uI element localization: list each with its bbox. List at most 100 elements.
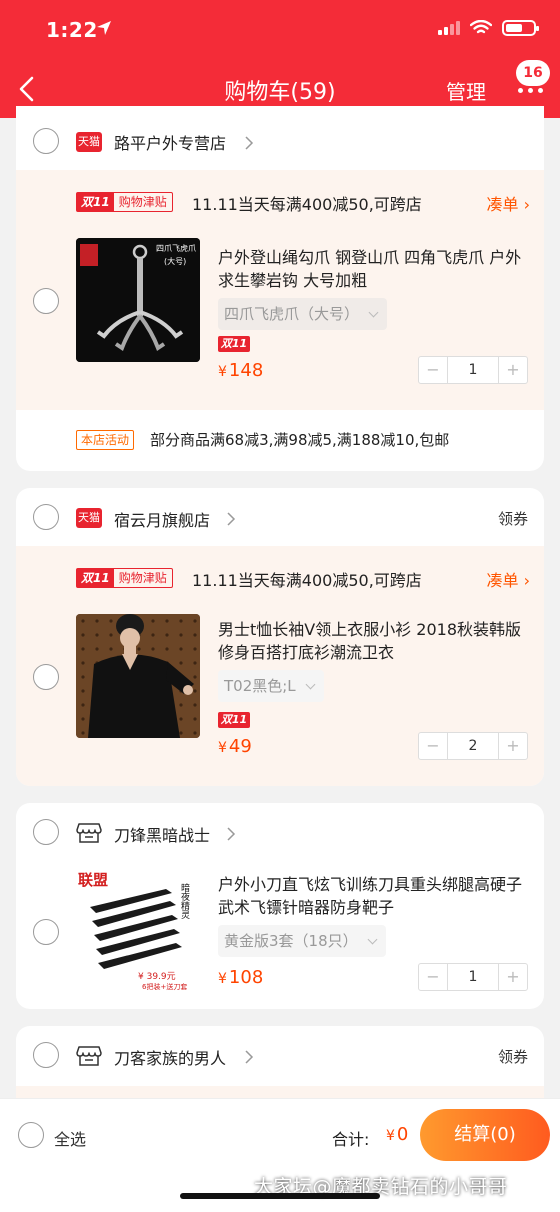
thumb-price-text: ¥ 39.9元: [138, 972, 176, 982]
quantity-stepper: − 2 +: [418, 732, 528, 760]
shop-name[interactable]: 宿云月旗舰店: [114, 507, 210, 531]
shop-header: 刀锋黑暗战士: [16, 805, 544, 857]
item-select-checkbox[interactable]: [33, 288, 59, 314]
chevron-right-icon: [245, 1050, 254, 1064]
thumb-top-text: 联盟: [78, 871, 108, 889]
tmall-icon: 天猫: [76, 132, 102, 152]
store-icon: [76, 823, 102, 843]
quantity-input[interactable]: 1: [447, 357, 499, 383]
top-nav-bar: 1:22 购物车(59) 管理 16: [0, 0, 560, 118]
product-price: ¥49: [218, 736, 252, 757]
add-on-label: 凑单: [486, 571, 519, 590]
allowance-label: 购物津贴: [118, 571, 167, 585]
shop-select-checkbox[interactable]: [33, 819, 59, 845]
price-value: 49: [228, 736, 252, 757]
product-title[interactable]: 男士t恤长袖V领上衣服小衫 2018秋装韩版修身百搭打底衫潮流卫衣: [218, 618, 530, 664]
promo-area: 双11 购物津贴 11.11当天每满400减50,可跨店 凑单 › 男士t恤长袖…: [16, 546, 544, 786]
shop-card: 天猫 宿云月旗舰店 领券 双11 购物津贴 11.11当天每满400减50,可跨…: [16, 488, 544, 786]
shop-select-checkbox[interactable]: [33, 128, 59, 154]
grappling-hook-image: 四爪飞虎爪 (大号): [76, 238, 200, 362]
double11-badge: 双11: [218, 712, 250, 728]
currency-symbol: ¥: [386, 1128, 395, 1144]
add-on-link[interactable]: 凑单 ›: [486, 567, 530, 591]
double11-label: 双11: [77, 569, 114, 587]
chevron-right-icon: ›: [523, 195, 530, 214]
shop-header: 刀客家族的男人 领券: [16, 1028, 544, 1080]
shop-name[interactable]: 刀锋黑暗战士: [114, 822, 210, 846]
store-icon: [76, 1046, 102, 1066]
promo-row: 双11 购物津贴 11.11当天每满400减50,可跨店 凑单 ›: [16, 560, 544, 596]
product-title[interactable]: 户外登山绳勾爪 钢登山爪 四角飞虎爪 户外求生攀岩钩 大号加粗: [218, 246, 530, 292]
currency-symbol: ¥: [218, 740, 227, 756]
message-count-badge: 16: [516, 60, 550, 86]
quantity-input[interactable]: 1: [447, 964, 499, 990]
product-title[interactable]: 户外小刀直飞炫飞训练刀具重头绑腿高硬子武术飞镖针暗器防身靶子: [218, 873, 530, 919]
black-tshirt-image: [76, 614, 200, 738]
decrease-quantity-button[interactable]: −: [419, 357, 447, 383]
tmall-icon: 天猫: [76, 508, 102, 528]
select-all-label[interactable]: 全选: [54, 1126, 86, 1150]
select-all-checkbox[interactable]: [18, 1122, 44, 1148]
product-image[interactable]: 联盟 暗夜精灵 ¥ 39.9元 6把装+送刀套: [76, 867, 200, 991]
promo-text: 11.11当天每满400减50,可跨店: [192, 195, 422, 214]
item-select-checkbox[interactable]: [33, 919, 59, 945]
promo-text: 11.11当天每满400减50,可跨店: [192, 571, 422, 590]
product-price: ¥108: [218, 967, 263, 988]
sku-selector[interactable]: 黄金版3套（18只）: [218, 925, 386, 957]
chevron-right-icon: [227, 512, 236, 526]
home-indicator[interactable]: [180, 1193, 380, 1199]
decrease-quantity-button[interactable]: −: [419, 964, 447, 990]
throwing-knives-image: 联盟 暗夜精灵 ¥ 39.9元 6把装+送刀套: [76, 867, 200, 991]
shop-name[interactable]: 刀客家族的男人: [114, 1045, 226, 1069]
currency-symbol: ¥: [218, 971, 227, 987]
price-value: 108: [228, 967, 264, 988]
add-on-link[interactable]: 凑单 ›: [486, 191, 530, 215]
chevron-right-icon: ›: [523, 571, 530, 590]
thumb-side-text: 暗夜精灵: [179, 882, 190, 920]
wifi-icon: [470, 20, 492, 34]
total-value: 0: [396, 1124, 409, 1145]
allowance-label: 购物津贴: [118, 195, 167, 209]
checkout-button[interactable]: 结算(0): [420, 1109, 550, 1161]
shop-header: 天猫 路平户外专营店: [16, 116, 544, 168]
location-arrow-icon: [97, 21, 111, 35]
thumb-note-text: 6把装+送刀套: [142, 982, 187, 991]
product-image[interactable]: 四爪飞虎爪 (大号): [76, 238, 200, 362]
item-select-checkbox[interactable]: [33, 664, 59, 690]
decrease-quantity-button[interactable]: −: [419, 733, 447, 759]
double11-allowance-tag: 双11 购物津贴: [76, 568, 173, 588]
total-label: 合计:: [332, 1130, 370, 1149]
battery-icon: [502, 20, 539, 36]
add-on-label: 凑单: [486, 195, 519, 214]
get-coupon-button[interactable]: 领券: [498, 508, 528, 529]
shop-select-checkbox[interactable]: [33, 1042, 59, 1068]
store-activity-text: 部分商品满68减3,满98减5,满188减10,包邮: [150, 431, 450, 449]
double11-badge: 双11: [218, 336, 250, 352]
get-coupon-button[interactable]: 领券: [498, 1046, 528, 1067]
double11-allowance-tag: 双11 购物津贴: [76, 192, 173, 212]
thumb-caption: 四爪飞虎爪: [156, 243, 196, 253]
sku-selector[interactable]: T02黑色;L: [218, 670, 324, 702]
increase-quantity-button[interactable]: +: [499, 733, 527, 759]
status-indicators: [438, 20, 539, 36]
increase-quantity-button[interactable]: +: [499, 964, 527, 990]
currency-symbol: ¥: [218, 364, 227, 380]
product-price: ¥148: [218, 360, 263, 381]
thumb-subcaption: (大号): [164, 256, 186, 266]
total-amount: ¥0: [386, 1124, 408, 1145]
shop-select-checkbox[interactable]: [33, 504, 59, 530]
store-activity-tag: 本店活动: [76, 430, 135, 450]
quantity-stepper: − 1 +: [418, 963, 528, 991]
promo-area: 双11 购物津贴 11.11当天每满400减50,可跨店 凑单 › 四爪飞虎爪 …: [16, 170, 544, 410]
increase-quantity-button[interactable]: +: [499, 357, 527, 383]
shop-card: 刀锋黑暗战士 联盟 暗夜精灵 ¥ 39.9元 6把装+送刀套 户外小刀直飞炫飞训…: [16, 803, 544, 1009]
shop-name[interactable]: 路平户外专营店: [114, 130, 226, 154]
store-activity-row[interactable]: 本店活动 部分商品满68减3,满98减5,满188减10,包邮: [16, 412, 544, 468]
shop-card: 天猫 路平户外专营店 双11 购物津贴 11.11当天每满400减50,可跨店 …: [16, 106, 544, 471]
sku-selector[interactable]: 四爪飞虎爪（大号）: [218, 298, 388, 330]
manage-button[interactable]: 管理: [446, 76, 486, 105]
product-image[interactable]: [76, 614, 200, 738]
chevron-right-icon: [245, 136, 254, 150]
quantity-input[interactable]: 2: [447, 733, 499, 759]
shop-header: 天猫 宿云月旗舰店 领券: [16, 490, 544, 542]
